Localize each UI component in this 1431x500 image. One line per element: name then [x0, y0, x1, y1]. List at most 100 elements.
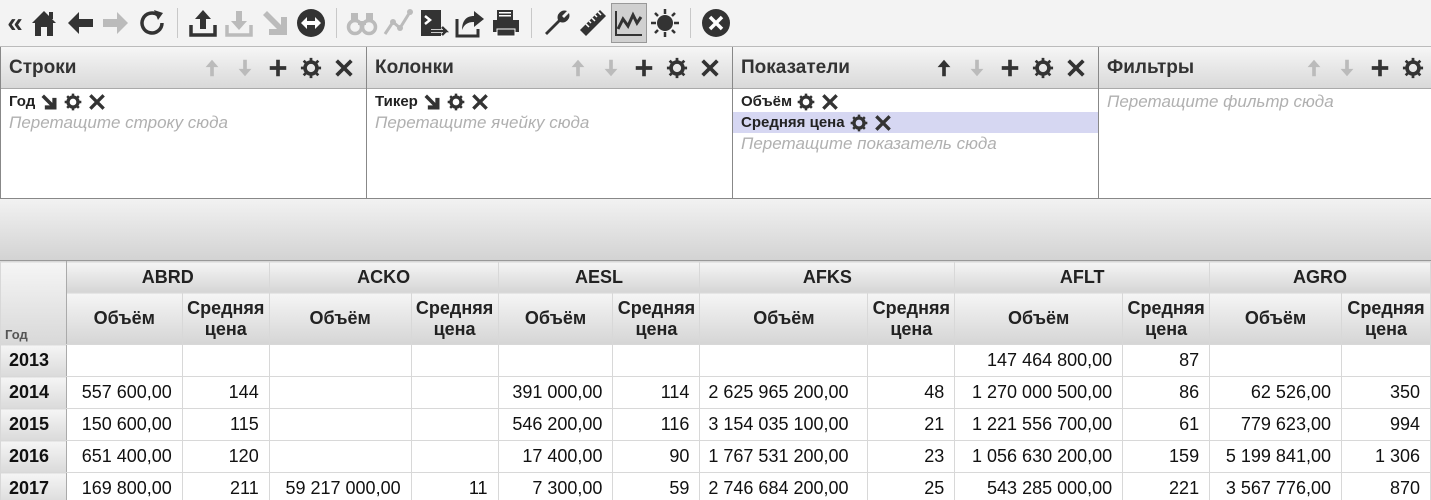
- cell-avg-price[interactable]: 120: [181, 440, 270, 473]
- ticker-header[interactable]: ACKO: [268, 261, 499, 293]
- cell-volume[interactable]: [268, 344, 412, 377]
- measure-header-avg-price[interactable]: Средняя цена: [867, 292, 956, 345]
- filters-settings-button[interactable]: [1396, 57, 1429, 79]
- ticker-header[interactable]: AFLT: [954, 261, 1211, 293]
- cell-avg-price[interactable]: 221: [1122, 472, 1211, 500]
- swap-axes-button[interactable]: [293, 3, 329, 43]
- cell-avg-price[interactable]: [181, 344, 270, 377]
- chip-remove-button[interactable]: [873, 113, 893, 133]
- measure-header-volume[interactable]: Объём: [268, 292, 412, 345]
- row-header-year[interactable]: 2017: [0, 472, 67, 500]
- line-chart-button[interactable]: [380, 3, 416, 43]
- cell-avg-price[interactable]: 11: [410, 472, 499, 500]
- cell-avg-price[interactable]: 144: [181, 376, 270, 409]
- cell-avg-price[interactable]: 211: [181, 472, 270, 500]
- cell-volume[interactable]: 147 464 800,00: [954, 344, 1124, 377]
- cell-volume[interactable]: [699, 344, 869, 377]
- measures-settings-button[interactable]: [1026, 57, 1059, 79]
- move-up-button[interactable]: [1297, 57, 1330, 79]
- cell-volume[interactable]: 169 800,00: [65, 472, 183, 500]
- row-header-year[interactable]: 2016: [0, 440, 67, 473]
- measure-chip-volume[interactable]: Объём: [733, 91, 1098, 112]
- cell-volume[interactable]: 62 526,00: [1209, 376, 1342, 409]
- measures-drop-hint[interactable]: Перетащите показатель сюда: [733, 133, 1098, 155]
- ticker-header[interactable]: AFKS: [699, 261, 956, 293]
- cell-avg-price[interactable]: 870: [1340, 472, 1431, 500]
- cell-avg-price[interactable]: [410, 440, 499, 473]
- close-button[interactable]: [698, 3, 734, 43]
- columns-drop-hint[interactable]: Перетащите ячейку сюда: [367, 112, 732, 134]
- cell-avg-price[interactable]: 86: [1122, 376, 1211, 409]
- chip-sort-button[interactable]: [39, 92, 59, 112]
- row-chip-year[interactable]: Год: [1, 91, 366, 112]
- cell-volume[interactable]: 3 154 035 100,00: [699, 408, 869, 441]
- cell-avg-price[interactable]: 1 306: [1340, 440, 1431, 473]
- cell-volume[interactable]: 2 746 684 200,00: [699, 472, 869, 500]
- cell-avg-price[interactable]: 61: [1122, 408, 1211, 441]
- cell-avg-price[interactable]: [410, 408, 499, 441]
- move-up-button[interactable]: [195, 57, 228, 79]
- cell-avg-price[interactable]: 116: [612, 408, 701, 441]
- row-header-year[interactable]: 2015: [0, 408, 67, 441]
- cell-avg-price[interactable]: 994: [1340, 408, 1431, 441]
- measures-clear-button[interactable]: [1059, 57, 1092, 79]
- cell-avg-price[interactable]: [1340, 344, 1431, 377]
- cell-volume[interactable]: 1 270 000 500,00: [954, 376, 1124, 409]
- chip-settings-button[interactable]: [849, 113, 869, 133]
- download-button[interactable]: [221, 3, 257, 43]
- back-button[interactable]: [62, 3, 98, 43]
- move-down-button[interactable]: [594, 57, 627, 79]
- rows-settings-button[interactable]: [294, 57, 327, 79]
- cell-volume[interactable]: 17 400,00: [497, 440, 614, 473]
- chip-remove-button[interactable]: [87, 92, 107, 112]
- cell-volume[interactable]: 391 000,00: [497, 376, 614, 409]
- theme-button[interactable]: [647, 3, 683, 43]
- cell-volume[interactable]: 59 217 000,00: [268, 472, 412, 500]
- add-column-button[interactable]: [627, 57, 660, 79]
- ticker-header[interactable]: AGRO: [1209, 261, 1431, 293]
- move-down-button[interactable]: [1330, 57, 1363, 79]
- cell-volume[interactable]: 2 625 965 200,00: [699, 376, 869, 409]
- cell-volume[interactable]: 7 300,00: [497, 472, 614, 500]
- chip-settings-button[interactable]: [446, 92, 466, 112]
- chip-remove-button[interactable]: [820, 92, 840, 112]
- export-image-button[interactable]: [416, 3, 452, 43]
- cell-volume[interactable]: 651 400,00: [65, 440, 183, 473]
- cell-volume[interactable]: 5 199 841,00: [1209, 440, 1342, 473]
- move-down-button[interactable]: [228, 57, 261, 79]
- cell-avg-price[interactable]: 350: [1340, 376, 1431, 409]
- measure-header-volume[interactable]: Объём: [954, 292, 1124, 345]
- chip-remove-button[interactable]: [470, 92, 490, 112]
- chip-sort-button[interactable]: [422, 92, 442, 112]
- move-up-button[interactable]: [927, 57, 960, 79]
- measure-header-volume[interactable]: Объём: [1209, 292, 1342, 345]
- column-chip-ticker[interactable]: Тикер: [367, 91, 732, 112]
- ruler-button[interactable]: [575, 3, 611, 43]
- rows-clear-button[interactable]: [327, 57, 360, 79]
- cell-volume[interactable]: 543 285 000,00: [954, 472, 1124, 500]
- cell-volume[interactable]: 557 600,00: [65, 376, 183, 409]
- measure-header-avg-price[interactable]: Средняя цена: [1122, 292, 1211, 345]
- cell-volume[interactable]: [65, 344, 183, 377]
- upload-button[interactable]: [185, 3, 221, 43]
- cell-volume[interactable]: 1 056 630 200,00: [954, 440, 1124, 473]
- rows-drop-hint[interactable]: Перетащите строку сюда: [1, 112, 366, 134]
- cell-volume[interactable]: 779 623,00: [1209, 408, 1342, 441]
- settings-button[interactable]: [539, 3, 575, 43]
- filters-drop-hint[interactable]: Перетащите фильтр сюда: [1099, 91, 1431, 113]
- measure-header-volume[interactable]: Объём: [699, 292, 869, 345]
- row-header-year[interactable]: 2013: [0, 344, 67, 377]
- cell-volume[interactable]: [1209, 344, 1342, 377]
- cell-avg-price[interactable]: [867, 344, 956, 377]
- ticker-header[interactable]: AESL: [497, 261, 701, 293]
- cell-avg-price[interactable]: [612, 344, 701, 377]
- ticker-header[interactable]: ABRD: [65, 261, 270, 293]
- chart-area-button[interactable]: [611, 3, 647, 43]
- cell-volume[interactable]: 546 200,00: [497, 408, 614, 441]
- cell-volume[interactable]: 150 600,00: [65, 408, 183, 441]
- cell-volume[interactable]: 1 767 531 200,00: [699, 440, 869, 473]
- cell-avg-price[interactable]: 87: [1122, 344, 1211, 377]
- expand-button[interactable]: [257, 3, 293, 43]
- measure-header-avg-price[interactable]: Средняя цена: [410, 292, 499, 345]
- measure-header-avg-price[interactable]: Средняя цена: [181, 292, 270, 345]
